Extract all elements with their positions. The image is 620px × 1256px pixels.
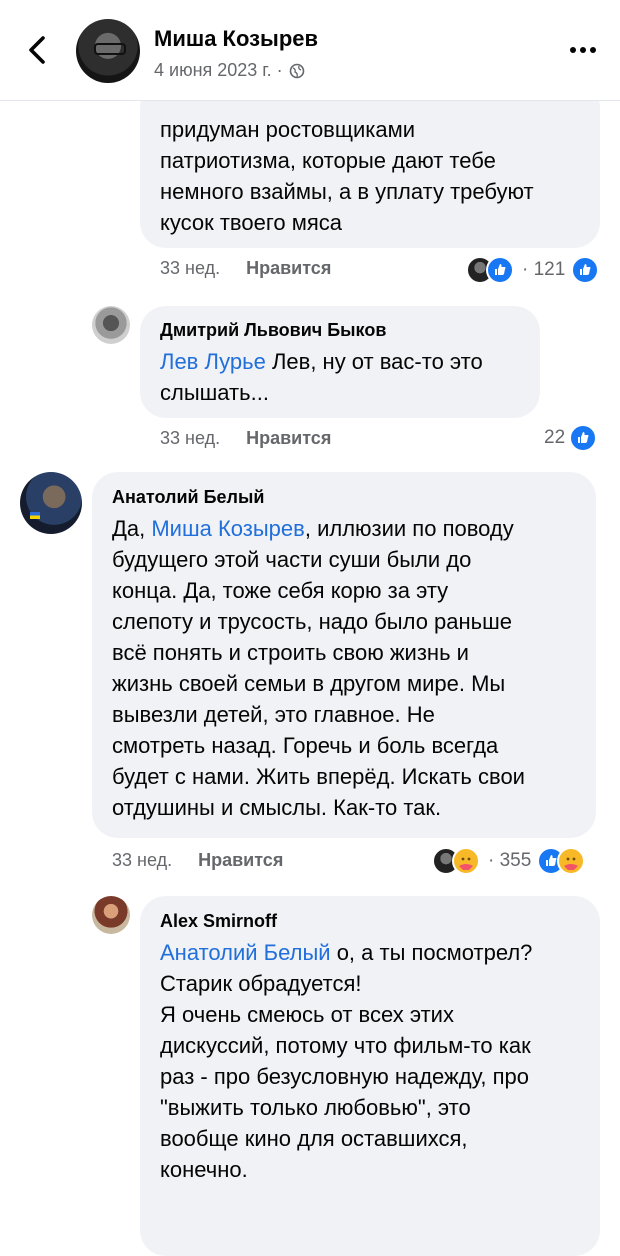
- comment-text: Анатолий Белый о, а ты посмотрел? Старик…: [160, 940, 533, 1182]
- comment-text: придуман ростовщиками патриотизма, котор…: [160, 117, 534, 235]
- author-avatar[interactable]: [76, 19, 140, 83]
- comment-actions: 33 нед. Нравится: [160, 428, 331, 449]
- comment-time[interactable]: 33 нед.: [160, 258, 220, 279]
- reaction-count: 22: [544, 427, 566, 448]
- user-mention-link[interactable]: Лев Лурье: [160, 349, 266, 374]
- comment-actions: 33 нед. Нравится: [112, 850, 283, 871]
- reaction-count: · 121: [522, 259, 566, 280]
- commenter-name[interactable]: Анатолий Белый: [112, 487, 264, 508]
- post-date[interactable]: 4 июня 2023 г. ·: [154, 60, 283, 81]
- user-mention-link[interactable]: Миша Козырев: [151, 516, 304, 541]
- reaction-summary[interactable]: · 355: [432, 847, 586, 875]
- reaction-count: · 355: [488, 850, 532, 871]
- commenter-avatar[interactable]: [92, 306, 130, 344]
- reaction-summary[interactable]: 22: [544, 424, 598, 452]
- commenter-name[interactable]: Дмитрий Львович Быков: [160, 320, 386, 341]
- like-reaction-icon: [571, 256, 600, 284]
- commenter-avatar[interactable]: [20, 472, 82, 534]
- comment-actions: 33 нед. Нравится: [160, 258, 331, 279]
- globe-icon: [289, 63, 304, 78]
- user-mention-link[interactable]: Анатолий Белый: [160, 940, 331, 965]
- like-button[interactable]: Нравится: [198, 850, 283, 871]
- commenter-avatar[interactable]: [92, 896, 130, 934]
- comment-time[interactable]: 33 нед.: [112, 850, 172, 871]
- more-options-icon[interactable]: [566, 38, 600, 62]
- commenter-name[interactable]: Alex Smirnoff: [160, 911, 277, 932]
- like-reaction-icon: [486, 256, 514, 284]
- author-name[interactable]: Миша Козырев: [154, 26, 318, 52]
- like-button[interactable]: Нравится: [246, 258, 331, 279]
- care-reaction-icon: [557, 847, 586, 875]
- like-reaction-icon: [569, 424, 598, 452]
- comment-text: Лев Лурье Лев, ну от вас-то это слышать.…: [160, 349, 483, 405]
- care-reaction-icon: [452, 847, 480, 875]
- comment-text: Да, Миша Козырев, иллюзии по поводу буду…: [112, 516, 525, 820]
- back-arrow-icon[interactable]: [18, 30, 58, 70]
- post-meta: 4 июня 2023 г. ·: [154, 60, 305, 81]
- post-header: Миша Козырев 4 июня 2023 г. ·: [0, 0, 620, 101]
- like-button[interactable]: Нравится: [246, 428, 331, 449]
- reaction-summary[interactable]: · 121: [466, 256, 600, 284]
- comment-time[interactable]: 33 нед.: [160, 428, 220, 449]
